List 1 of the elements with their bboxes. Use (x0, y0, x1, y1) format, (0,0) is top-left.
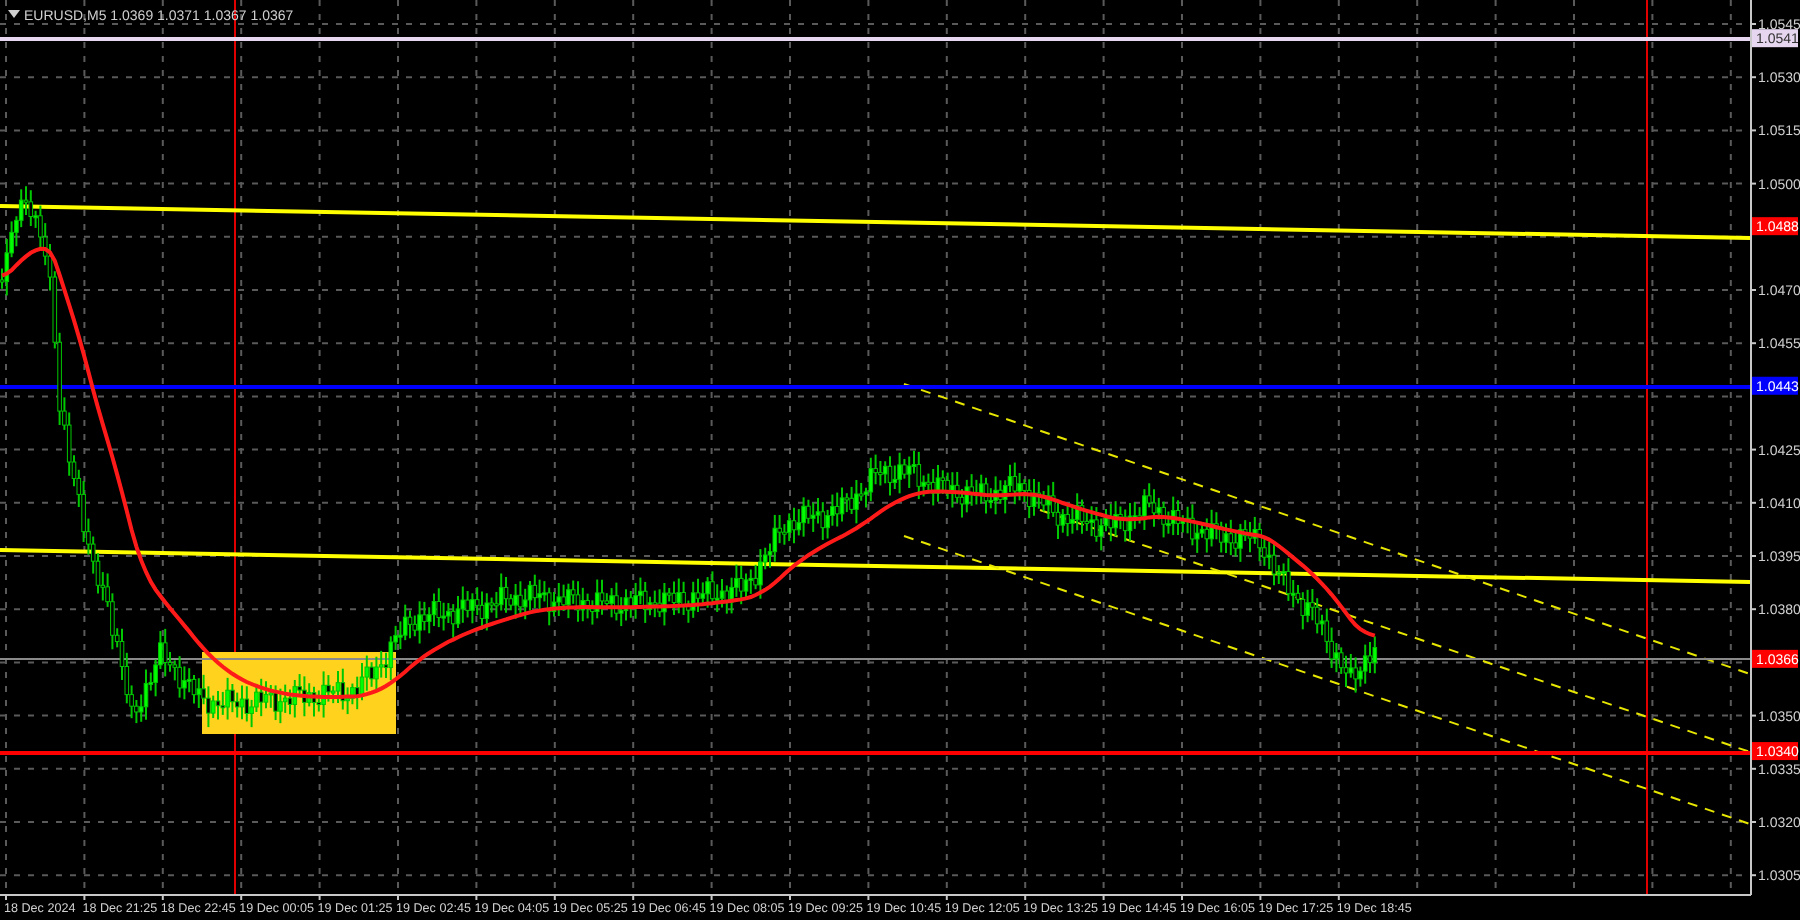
dropdown-triangle-icon (8, 10, 20, 18)
